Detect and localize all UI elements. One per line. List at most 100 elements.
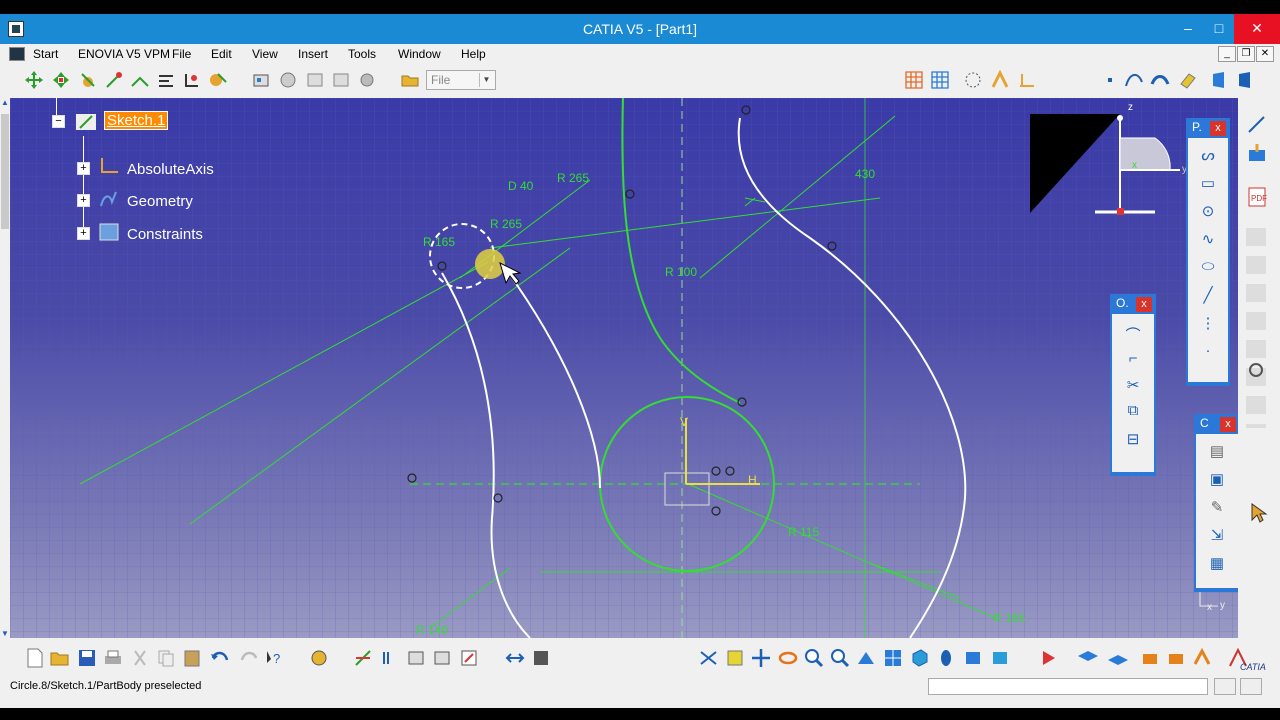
scroll-thumb[interactable] bbox=[1, 114, 9, 229]
normal-to-icon[interactable] bbox=[856, 648, 876, 668]
new-icon[interactable] bbox=[26, 648, 44, 668]
expand-geometry-icon[interactable]: + bbox=[77, 194, 90, 207]
construction-icon[interactable] bbox=[963, 70, 983, 90]
menu-help[interactable]: Help bbox=[461, 47, 486, 61]
pan-icon[interactable] bbox=[51, 70, 71, 90]
align-icon[interactable] bbox=[156, 70, 176, 90]
corner-icon[interactable]: ⌒ bbox=[1125, 324, 1140, 345]
select-arrow-icon[interactable] bbox=[1248, 502, 1270, 524]
dim-r115[interactable]: R 115 bbox=[788, 525, 819, 539]
hide-show-icon[interactable] bbox=[963, 648, 983, 668]
swap-visible-icon[interactable] bbox=[990, 648, 1010, 668]
point-tool-icon[interactable]: · bbox=[1206, 342, 1211, 359]
zoom-out-icon[interactable] bbox=[830, 648, 850, 668]
tree-node-geometry[interactable]: Geometry bbox=[127, 193, 193, 210]
command-input[interactable] bbox=[928, 678, 1208, 695]
document-icon[interactable] bbox=[9, 47, 25, 61]
menu-window[interactable]: Window bbox=[398, 47, 441, 61]
dim-r265[interactable]: R 265 bbox=[490, 217, 522, 231]
mdi-restore-button[interactable]: ❐ bbox=[1237, 46, 1255, 62]
sketch-tools-icon[interactable] bbox=[380, 648, 400, 668]
menu-insert[interactable]: Insert bbox=[298, 47, 328, 61]
operation-close-icon[interactable]: x bbox=[1136, 297, 1152, 312]
menu-tools[interactable]: Tools bbox=[348, 47, 376, 61]
hide-icon[interactable] bbox=[406, 648, 426, 668]
mdi-close-button[interactable]: ✕ bbox=[1256, 46, 1274, 62]
dim-d40[interactable]: D 40 bbox=[508, 179, 534, 193]
render-icon[interactable] bbox=[1040, 648, 1060, 668]
menu-start[interactable]: Start bbox=[33, 47, 58, 61]
auto-constraint-icon[interactable]: ✎ bbox=[1211, 498, 1224, 516]
mirror-icon[interactable]: ⧉ bbox=[1128, 402, 1139, 419]
pdf-icon[interactable]: PDF bbox=[1246, 186, 1268, 208]
multi-view-icon[interactable] bbox=[883, 648, 903, 668]
scroll-down-icon[interactable]: ▼ bbox=[1, 629, 9, 638]
swap-icon[interactable] bbox=[432, 648, 452, 668]
trim-icon[interactable]: ✂ bbox=[1127, 376, 1140, 394]
status-button-1[interactable] bbox=[1214, 678, 1236, 695]
table-icon[interactable] bbox=[305, 70, 325, 90]
expand-constraints-icon[interactable]: + bbox=[77, 227, 90, 240]
spline-icon[interactable] bbox=[1124, 70, 1144, 90]
normal-view-icon[interactable] bbox=[505, 648, 525, 668]
snap-to-point-icon[interactable] bbox=[930, 70, 950, 90]
line-tool-icon[interactable] bbox=[130, 70, 150, 90]
save-icon[interactable] bbox=[77, 648, 97, 668]
cut-icon[interactable] bbox=[130, 648, 150, 668]
point-icon[interactable] bbox=[1108, 78, 1112, 82]
visualization-icon[interactable] bbox=[459, 648, 481, 668]
rectangle-icon[interactable]: ▭ bbox=[1201, 174, 1215, 192]
menu-edit[interactable]: Edit bbox=[211, 47, 232, 61]
maximize-button[interactable]: □ bbox=[1203, 14, 1235, 44]
measure-icon[interactable] bbox=[182, 70, 202, 90]
close-button[interactable]: ✕ bbox=[1234, 14, 1280, 44]
expand-axis-icon[interactable]: + bbox=[77, 162, 90, 175]
zoom-in-icon[interactable] bbox=[804, 648, 824, 668]
ellipse-icon[interactable]: ⬭ bbox=[1202, 258, 1215, 275]
copy-icon[interactable] bbox=[156, 648, 176, 668]
undo-icon[interactable] bbox=[209, 648, 231, 668]
analysis-icon[interactable] bbox=[208, 70, 228, 90]
fit-all-icon[interactable] bbox=[725, 648, 745, 668]
constraint-close-icon[interactable]: x bbox=[1220, 417, 1236, 432]
mdi-minimize-button[interactable]: _ bbox=[1218, 46, 1236, 62]
status-button-2[interactable] bbox=[1240, 678, 1262, 695]
circle-icon[interactable]: ⊙ bbox=[1202, 202, 1215, 220]
menu-enovia[interactable]: ENOVIA V5 VPM bbox=[78, 47, 170, 61]
open-folder-icon[interactable] bbox=[400, 70, 420, 90]
snap-icon[interactable] bbox=[104, 70, 124, 90]
paste-icon[interactable] bbox=[182, 648, 202, 668]
profile-close-icon[interactable]: x bbox=[1210, 121, 1226, 136]
cut-by-plane-icon[interactable] bbox=[531, 648, 551, 668]
grid-icon[interactable] bbox=[904, 70, 924, 90]
tree-node-sketch[interactable]: Sketch.1 bbox=[103, 111, 169, 130]
menu-view[interactable]: View bbox=[252, 47, 278, 61]
update-icon[interactable] bbox=[308, 648, 330, 668]
constraint-dialog-icon[interactable]: ▤ bbox=[1210, 442, 1224, 460]
measure-tool-icon[interactable] bbox=[1246, 114, 1268, 136]
collapse-sketch-icon[interactable]: − bbox=[52, 115, 65, 128]
print-icon[interactable] bbox=[103, 648, 123, 668]
curve-icon[interactable] bbox=[1150, 70, 1170, 90]
catalog-icon[interactable] bbox=[251, 70, 271, 90]
dim-430[interactable]: 430 bbox=[855, 167, 875, 181]
shaft-icon[interactable] bbox=[1192, 648, 1212, 668]
gear-icon[interactable] bbox=[357, 70, 377, 90]
geometric-constraints-icon[interactable] bbox=[990, 70, 1010, 90]
chamfer-icon[interactable]: ⌐ bbox=[1129, 350, 1138, 367]
pad-icon[interactable] bbox=[1140, 648, 1160, 668]
edit-multi-constraint-icon[interactable]: ▦ bbox=[1210, 554, 1224, 572]
iso-view-icon[interactable] bbox=[909, 648, 929, 668]
redo-icon[interactable] bbox=[238, 648, 260, 668]
whats-this-icon[interactable]: ? bbox=[264, 648, 284, 668]
open-icon[interactable] bbox=[50, 648, 70, 668]
view-icon[interactable] bbox=[1236, 70, 1256, 90]
file-select[interactable]: File ▼ bbox=[426, 70, 496, 90]
dim-r100[interactable]: R 100 bbox=[665, 265, 697, 279]
layer-icon[interactable] bbox=[1076, 648, 1100, 668]
dim-r265-top[interactable]: R 265 bbox=[557, 171, 589, 185]
line-icon[interactable]: ╱ bbox=[1203, 286, 1212, 304]
scroll-up-icon[interactable]: ▲ bbox=[1, 98, 9, 107]
export-icon[interactable] bbox=[1246, 142, 1268, 164]
exit-sketch-icon[interactable] bbox=[1210, 70, 1230, 90]
